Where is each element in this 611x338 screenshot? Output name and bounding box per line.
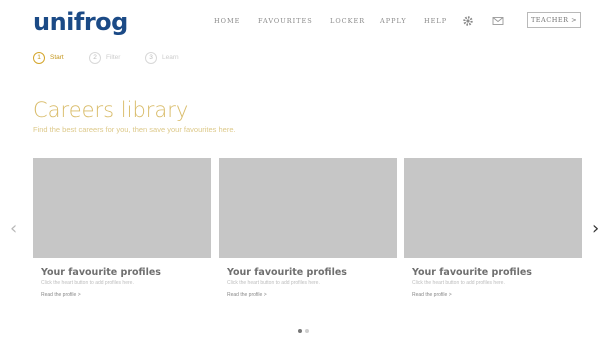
card-title: Your favourite profiles <box>41 267 161 278</box>
step-number: 1 <box>33 52 45 64</box>
step-number: 2 <box>89 52 101 64</box>
nav-favourites[interactable]: FAVOURITES <box>258 17 313 25</box>
card-description: Click the heart button to add profiles h… <box>41 280 134 286</box>
nav-home[interactable]: HOME <box>214 17 240 25</box>
favourite-profiles-card[interactable]: Your favourite profiles Click the heart … <box>219 158 397 298</box>
card-description: Click the heart button to add profiles h… <box>227 280 320 286</box>
card-read-link[interactable]: Read the profile > <box>227 292 267 298</box>
card-read-link[interactable]: Read the profile > <box>412 292 452 298</box>
favourite-profiles-card[interactable]: Your favourite profiles Click the heart … <box>404 158 582 298</box>
page-subtitle: Find the best careers for you, then save… <box>33 125 236 134</box>
favourite-profiles-card[interactable]: Your favourite profiles Click the heart … <box>33 158 211 298</box>
page-title: Careers library <box>33 98 189 122</box>
gear-icon[interactable] <box>462 15 474 27</box>
top-nav: HOME FAVOURITES LOCKER APPLY HELP <box>0 15 611 29</box>
card-image-placeholder <box>33 158 211 258</box>
card-title: Your favourite profiles <box>412 267 532 278</box>
step-number: 3 <box>145 52 157 64</box>
pagination-dot[interactable] <box>298 329 302 333</box>
nav-apply[interactable]: APPLY <box>380 17 407 25</box>
teacher-button[interactable]: TEACHER > <box>527 12 581 28</box>
step-label: Filter <box>106 54 121 61</box>
card-read-link[interactable]: Read the profile > <box>41 292 81 298</box>
card-image-placeholder <box>404 158 582 258</box>
card-description: Click the heart button to add profiles h… <box>412 280 505 286</box>
step-label: Start <box>50 54 64 61</box>
pagination-dot[interactable] <box>305 329 309 333</box>
nav-help[interactable]: HELP <box>424 17 447 25</box>
nav-locker[interactable]: LOCKER <box>330 17 365 25</box>
card-title: Your favourite profiles <box>227 267 347 278</box>
carousel-next-arrow-icon[interactable]: › <box>592 220 599 238</box>
card-image-placeholder <box>219 158 397 258</box>
carousel-pagination <box>298 320 312 338</box>
mail-icon[interactable] <box>492 15 504 27</box>
step-label: Learn <box>162 54 179 61</box>
carousel-prev-arrow-icon[interactable]: ‹ <box>10 220 17 238</box>
